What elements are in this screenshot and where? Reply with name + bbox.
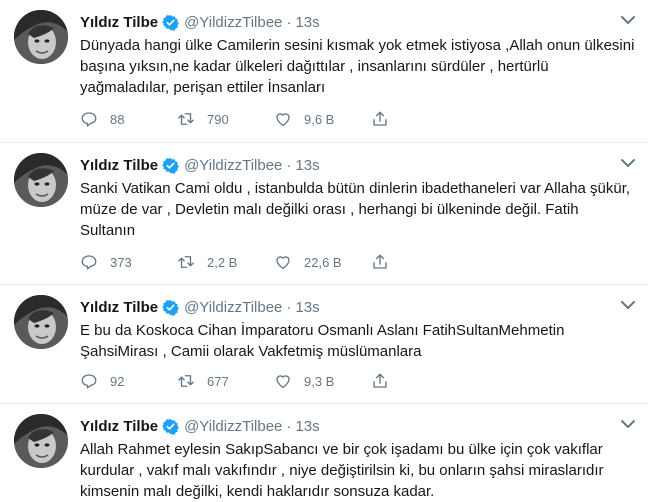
like-count: 9,3 B <box>304 373 335 389</box>
reply-count: 88 <box>110 111 125 127</box>
timestamp[interactable]: 13s <box>295 157 319 174</box>
action-bar: 373 2,2 B 22,6 B <box>80 251 550 273</box>
reply-icon <box>81 374 97 389</box>
like-button[interactable]: 9,3 B <box>274 372 371 390</box>
reply-button[interactable]: 88 <box>80 110 177 128</box>
action-bar: 88 790 9,6 B <box>80 108 550 130</box>
like-icon <box>276 113 290 127</box>
timestamp[interactable]: 13s <box>295 299 319 316</box>
retweet-icon <box>178 113 194 125</box>
like-count: 22,6 B <box>304 254 342 270</box>
share-button[interactable] <box>371 253 411 271</box>
chevron-down-icon[interactable] <box>620 299 636 311</box>
share-button[interactable] <box>371 110 411 128</box>
share-icon <box>373 111 387 126</box>
verified-badge-icon <box>162 14 180 31</box>
share-icon <box>373 254 387 269</box>
avatar[interactable] <box>14 153 68 207</box>
retweet-icon <box>178 375 194 387</box>
retweet-count: 790 <box>207 111 229 127</box>
like-button[interactable]: 9,6 B <box>274 110 371 128</box>
retweet-button[interactable]: 677 <box>177 372 274 390</box>
chevron-down-icon[interactable] <box>620 14 636 26</box>
display-name[interactable]: Yıldız Tilbe <box>80 14 158 31</box>
retweet-count: 2,2 B <box>207 254 238 270</box>
retweet-button[interactable]: 2,2 B <box>177 253 274 271</box>
avatar[interactable] <box>14 295 68 349</box>
user-handle[interactable]: @YildizzTilbee <box>184 299 282 316</box>
separator-dot: · <box>286 298 292 316</box>
reply-count: 373 <box>110 254 132 270</box>
display-name[interactable]: Yıldız Tilbe <box>80 418 158 435</box>
retweet-icon <box>178 256 194 268</box>
tweet-header: Yıldız Tilbe @YildizzTilbee · 13s <box>80 297 320 317</box>
like-icon <box>276 256 290 270</box>
user-handle[interactable]: @YildizzTilbee <box>184 14 282 31</box>
tweet-card[interactable]: Yıldız Tilbe @YildizzTilbee · 13s Dünyad… <box>0 0 648 143</box>
like-button[interactable]: 22,6 B <box>274 253 371 271</box>
retweet-button[interactable]: 790 <box>177 110 274 128</box>
tweet-header: Yıldız Tilbe @YildizzTilbee · 13s <box>80 12 320 32</box>
tweet-header: Yıldız Tilbe @YildizzTilbee · 13s <box>80 416 320 436</box>
like-icon <box>276 375 290 389</box>
tweet-header: Yıldız Tilbe @YildizzTilbee · 13s <box>80 155 320 175</box>
share-icon <box>373 373 387 388</box>
tweet-card[interactable]: Yıldız Tilbe @YildizzTilbee · 13s Sanki … <box>0 143 648 285</box>
reply-button[interactable]: 92 <box>80 372 177 390</box>
display-name[interactable]: Yıldız Tilbe <box>80 299 158 316</box>
reply-icon <box>81 255 97 270</box>
timestamp[interactable]: 13s <box>295 14 319 31</box>
retweet-count: 677 <box>207 373 229 389</box>
action-bar: 92 677 9,3 B <box>80 370 550 392</box>
reply-button[interactable]: 373 <box>80 253 177 271</box>
user-handle[interactable]: @YildizzTilbee <box>184 418 282 435</box>
verified-badge-icon <box>162 299 180 316</box>
share-button[interactable] <box>371 372 411 390</box>
display-name[interactable]: Yıldız Tilbe <box>80 157 158 174</box>
separator-dot: · <box>286 156 292 174</box>
separator-dot: · <box>286 13 292 31</box>
tweet-text: Allah Rahmet eylesin SakıpSabancı ve bir… <box>80 441 604 500</box>
tweet-text: Dünyada hangi ülke Camilerin sesini kısm… <box>80 37 635 96</box>
timestamp[interactable]: 13s <box>295 418 319 435</box>
verified-badge-icon <box>162 418 180 435</box>
verified-badge-icon <box>162 157 180 174</box>
separator-dot: · <box>286 417 292 435</box>
avatar[interactable] <box>14 414 68 468</box>
chevron-down-icon[interactable] <box>620 157 636 169</box>
like-count: 9,6 B <box>304 111 335 127</box>
tweet-text: Sanki Vatikan Cami oldu , istanbulda büt… <box>80 180 631 239</box>
user-handle[interactable]: @YildizzTilbee <box>184 157 282 174</box>
reply-icon <box>81 112 97 127</box>
reply-count: 92 <box>110 373 125 389</box>
tweet-card[interactable]: Yıldız Tilbe @YildizzTilbee · 13s E bu d… <box>0 285 648 404</box>
chevron-down-icon[interactable] <box>620 418 636 430</box>
tweet-card[interactable]: Yıldız Tilbe @YildizzTilbee · 13s Allah … <box>0 404 648 502</box>
tweet-text: E bu da Koskoca Cihan İmparatoru Osmanlı… <box>80 322 565 360</box>
avatar[interactable] <box>14 10 68 64</box>
